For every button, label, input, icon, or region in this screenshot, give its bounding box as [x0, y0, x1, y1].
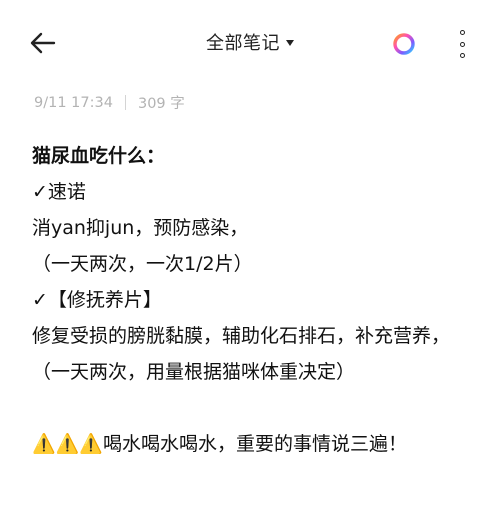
page-title: 全部笔记 [206, 33, 280, 54]
theme-color-button[interactable] [392, 32, 416, 56]
meta-divider [124, 95, 126, 110]
note-meta: 9/11 17:34 309 字 [34, 92, 185, 113]
more-options-button[interactable] [452, 30, 472, 58]
note-line: （一天两次，一次1/2片） [32, 253, 253, 275]
note-line: 修复受损的膀胱黏膜，辅助化石排石，补充营养， [32, 325, 451, 347]
top-app-bar: 全部笔记 [0, 0, 500, 88]
note-line: ⚠️⚠️⚠️喝水喝水喝水，重要的事情说三遍！ [32, 433, 407, 455]
color-ring-icon [393, 33, 415, 55]
note-line: ✓速诺 [32, 181, 86, 203]
note-line: 消yan抑jun，预防感染， [32, 217, 249, 239]
note-word-count: 309 字 [137, 96, 185, 112]
note-blank-line [32, 390, 472, 426]
note-line: （一天两次，用量根据猫咪体重决定） [32, 361, 356, 383]
note-datetime: 9/11 17:34 [34, 94, 113, 111]
note-heading: 猫尿血吃什么： [32, 145, 166, 167]
notes-folder-dropdown[interactable]: 全部笔记 [0, 29, 500, 55]
note-line: ✓【修抚养片】 [32, 289, 162, 311]
more-vertical-icon [459, 30, 465, 35]
note-body[interactable]: 猫尿血吃什么： ✓速诺 消yan抑jun，预防感染， （一天两次，一次1/2片）… [32, 138, 472, 462]
caret-down-icon [286, 40, 294, 46]
